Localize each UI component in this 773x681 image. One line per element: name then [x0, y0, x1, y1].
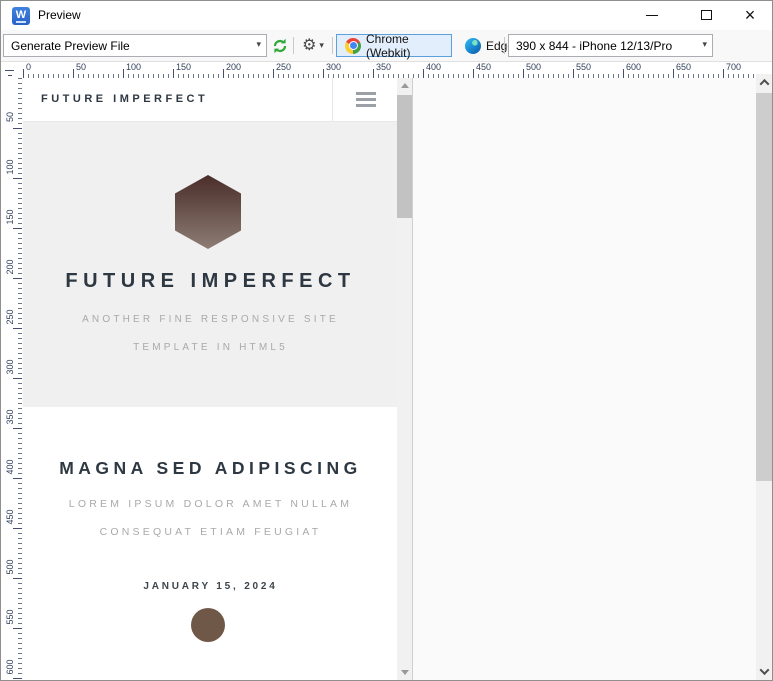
refresh-icon [271, 37, 289, 55]
toolbar-separator [332, 37, 333, 54]
menu-button[interactable] [332, 78, 398, 121]
triangle-down-icon [401, 670, 409, 679]
maximize-button[interactable] [687, 3, 725, 27]
site-header: FUTURE IMPERFECT [23, 78, 398, 122]
intro-section: FUTURE IMPERFECT ANOTHER FINE RESPONSIVE… [23, 122, 398, 407]
page-scrollbar-thumb[interactable] [397, 95, 412, 218]
refresh-button[interactable] [268, 34, 292, 57]
triangle-up-icon [401, 79, 409, 88]
chevron-down-icon: ▾ [319, 40, 324, 51]
preview-canvas: FUTURE IMPERFECT FUTURE IMPERFECT ANOTHE… [22, 78, 756, 680]
generate-preview-combo[interactable]: Generate Preview File ▾ [3, 34, 267, 57]
horizontal-ruler: 0501001502002503003504004505005506006507… [1, 62, 772, 78]
chrome-webkit-button[interactable]: Chrome (Webkit) [336, 34, 452, 57]
post-subtitle-line2: CONSEQUAT ETIAM FEUGIAT [23, 526, 398, 538]
window-scrollbar-thumb[interactable] [756, 93, 772, 481]
post-subtitle-line1: LOREM IPSUM DOLOR AMET NULLAM [23, 498, 398, 510]
avatar [191, 608, 225, 642]
hamburger-icon [356, 92, 376, 95]
generate-preview-label: Generate Preview File [11, 39, 130, 53]
titlebar: W Preview × [1, 1, 772, 30]
preview-window: W Preview × Generate Preview File ▾ ⚙ ▾ [0, 0, 773, 681]
settings-button[interactable]: ⚙ ▾ [296, 34, 330, 57]
chrome-logo-icon [345, 38, 361, 54]
device-size-value: 390 x 844 - iPhone 12/13/Pro [516, 39, 672, 53]
toolbar: Generate Preview File ▾ ⚙ ▾ Chrome (Webk… [1, 30, 772, 62]
maximize-icon [701, 10, 712, 20]
minimize-icon [646, 15, 658, 16]
device-viewport: FUTURE IMPERFECT FUTURE IMPERFECT ANOTHE… [23, 78, 413, 680]
site-tagline-line2: TEMPLATE IN HTML5 [23, 342, 398, 353]
close-button[interactable]: × [731, 3, 769, 27]
chrome-button-label: Chrome (Webkit) [366, 32, 443, 60]
window-scroll-down-button[interactable] [756, 663, 772, 680]
post-title: MAGNA SED ADIPISCING [23, 458, 398, 479]
page-scrollbar[interactable] [397, 78, 412, 680]
ruler-corner [1, 62, 22, 78]
site-brand: FUTURE IMPERFECT [41, 93, 208, 105]
post-date: JANUARY 15, 2024 [23, 581, 398, 592]
window-title: Preview [38, 8, 81, 22]
chevron-down-icon: ▾ [702, 39, 707, 50]
minimize-button[interactable] [633, 3, 671, 27]
scroll-down-arrow[interactable] [397, 665, 412, 680]
toolbar-separator [504, 37, 505, 54]
chevron-up-icon [759, 79, 769, 89]
window-scrollbar[interactable] [756, 74, 772, 680]
window-scroll-up-button[interactable] [756, 74, 772, 91]
device-size-combo[interactable]: 390 x 844 - iPhone 12/13/Pro ▾ [508, 34, 713, 57]
hexagon-logo [175, 175, 241, 249]
post-section: MAGNA SED ADIPISCING LOREM IPSUM DOLOR A… [23, 407, 398, 680]
toolbar-separator [293, 37, 294, 54]
gear-icon: ⚙ [302, 38, 316, 54]
scroll-up-arrow[interactable] [397, 78, 412, 93]
app-icon: W [12, 7, 30, 25]
edge-logo-icon [465, 38, 481, 54]
chevron-down-icon [759, 665, 769, 675]
site-title: FUTURE IMPERFECT [23, 270, 398, 293]
chevron-down-icon: ▾ [256, 39, 261, 50]
site-tagline-line1: ANOTHER FINE RESPONSIVE SITE [23, 314, 398, 325]
vertical-ruler: 50100150200250300350400450500550600 [1, 78, 22, 680]
close-icon: × [745, 6, 756, 24]
